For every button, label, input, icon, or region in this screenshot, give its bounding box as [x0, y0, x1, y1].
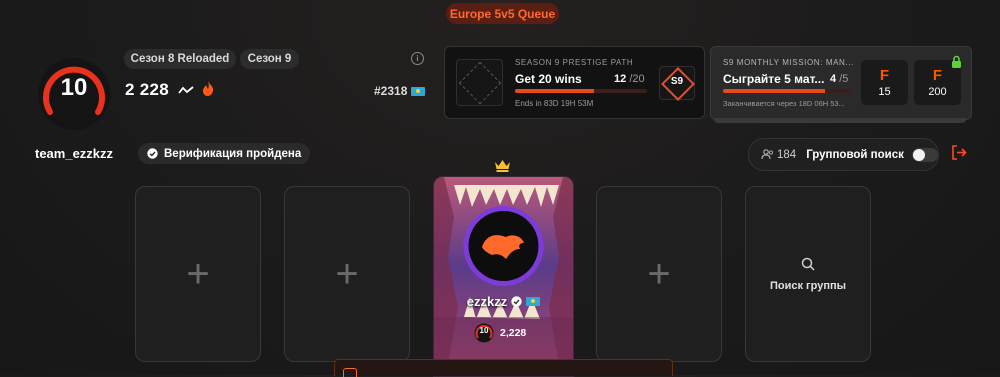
mission-reward-1: F 15	[861, 60, 908, 105]
mission-progress-current: 4	[830, 73, 837, 85]
queue-label[interactable]: Europe 5v5 Queue	[446, 3, 559, 24]
info-icon[interactable]: i	[411, 52, 424, 65]
crown-icon	[495, 160, 510, 172]
verification-label: Верификация пройдена	[164, 147, 302, 160]
level-number: 10	[60, 74, 88, 101]
users-icon	[761, 149, 774, 160]
party-slot-search[interactable]: Поиск группы	[745, 186, 871, 362]
player-name-row: ezzkzz	[434, 294, 573, 309]
verified-icon	[147, 148, 158, 159]
mission-header: S9 MONTHLY MISSION: MAN...	[723, 58, 854, 67]
chip-season-8[interactable]: Сезон 8 Reloaded	[124, 49, 236, 69]
verification-badge: Верификация пройдена	[138, 143, 311, 164]
prestige-progress-bar	[515, 89, 647, 93]
reward-value: 15	[878, 86, 891, 98]
mission-ends: Заканчивается через 18D 06H 53...	[723, 99, 845, 108]
group-search-label: Групповой поиск	[806, 148, 904, 161]
party-slot-empty[interactable]: +	[596, 186, 722, 362]
reward-icon: F	[932, 67, 943, 84]
fire-icon	[203, 81, 214, 96]
plus-icon: +	[186, 252, 210, 296]
flag-kz-icon	[410, 87, 425, 97]
mission-progress: 4 /5	[830, 73, 848, 85]
prestige-ends: Ends in 83D 19H 53M	[515, 99, 594, 108]
plus-icon: +	[335, 252, 359, 296]
prestige-progress-total: /20	[629, 73, 645, 85]
rank-label: #2318	[374, 84, 425, 98]
rank-number: #2318	[374, 84, 408, 98]
username: team_ezzkzz	[35, 146, 114, 161]
party-slot-empty[interactable]: +	[284, 186, 410, 362]
group-search-bar[interactable]: 184 Групповой поиск	[748, 138, 939, 171]
mission-title: Сыграйте 5 мат...	[723, 72, 825, 86]
group-count: 184	[777, 148, 797, 161]
prestige-badge-box: S9	[659, 66, 695, 101]
lock-icon	[952, 55, 961, 68]
mission-progress-bar	[723, 89, 851, 93]
player-stats: 10 2,228	[474, 322, 526, 344]
player-card-artwork	[434, 177, 573, 376]
prestige-progress-fill	[515, 89, 595, 93]
mission-progress-fill	[723, 89, 826, 93]
reward-value: 200	[928, 86, 947, 98]
prestige-progress: 12 /20	[614, 73, 645, 85]
search-icon	[801, 257, 815, 271]
prestige-badge-label: S9	[670, 76, 684, 87]
prestige-image	[456, 59, 503, 106]
notification-icon	[343, 368, 357, 377]
player-card[interactable]: ezzkzz 10 2,228	[433, 176, 574, 377]
elo-value: 2 228	[125, 80, 170, 99]
player-level: 10	[479, 326, 489, 335]
reward-icon: F	[879, 67, 890, 84]
chip-season-9[interactable]: Сезон 9	[240, 49, 299, 69]
party-search-label: Поиск группы	[769, 279, 847, 292]
group-search-toggle[interactable]	[911, 147, 938, 162]
logout-icon[interactable]	[951, 145, 967, 160]
verified-icon	[511, 296, 522, 307]
prestige-title: Get 20 wins	[515, 72, 582, 86]
party-slot-empty[interactable]: +	[135, 186, 261, 362]
plus-icon: +	[647, 252, 671, 296]
mission-card-shadow	[714, 118, 966, 123]
player-name: ezzkzz	[466, 294, 508, 309]
trend-icon	[178, 86, 194, 94]
prestige-progress-current: 12	[614, 73, 627, 85]
mission-progress-total: /5	[839, 73, 849, 85]
bottom-notification-bar[interactable]	[334, 359, 673, 377]
player-elo: 2,228	[500, 327, 527, 339]
prestige-header: SEASON 9 PRESTIGE PATH	[515, 58, 634, 67]
flag-kz-icon	[526, 297, 541, 306]
